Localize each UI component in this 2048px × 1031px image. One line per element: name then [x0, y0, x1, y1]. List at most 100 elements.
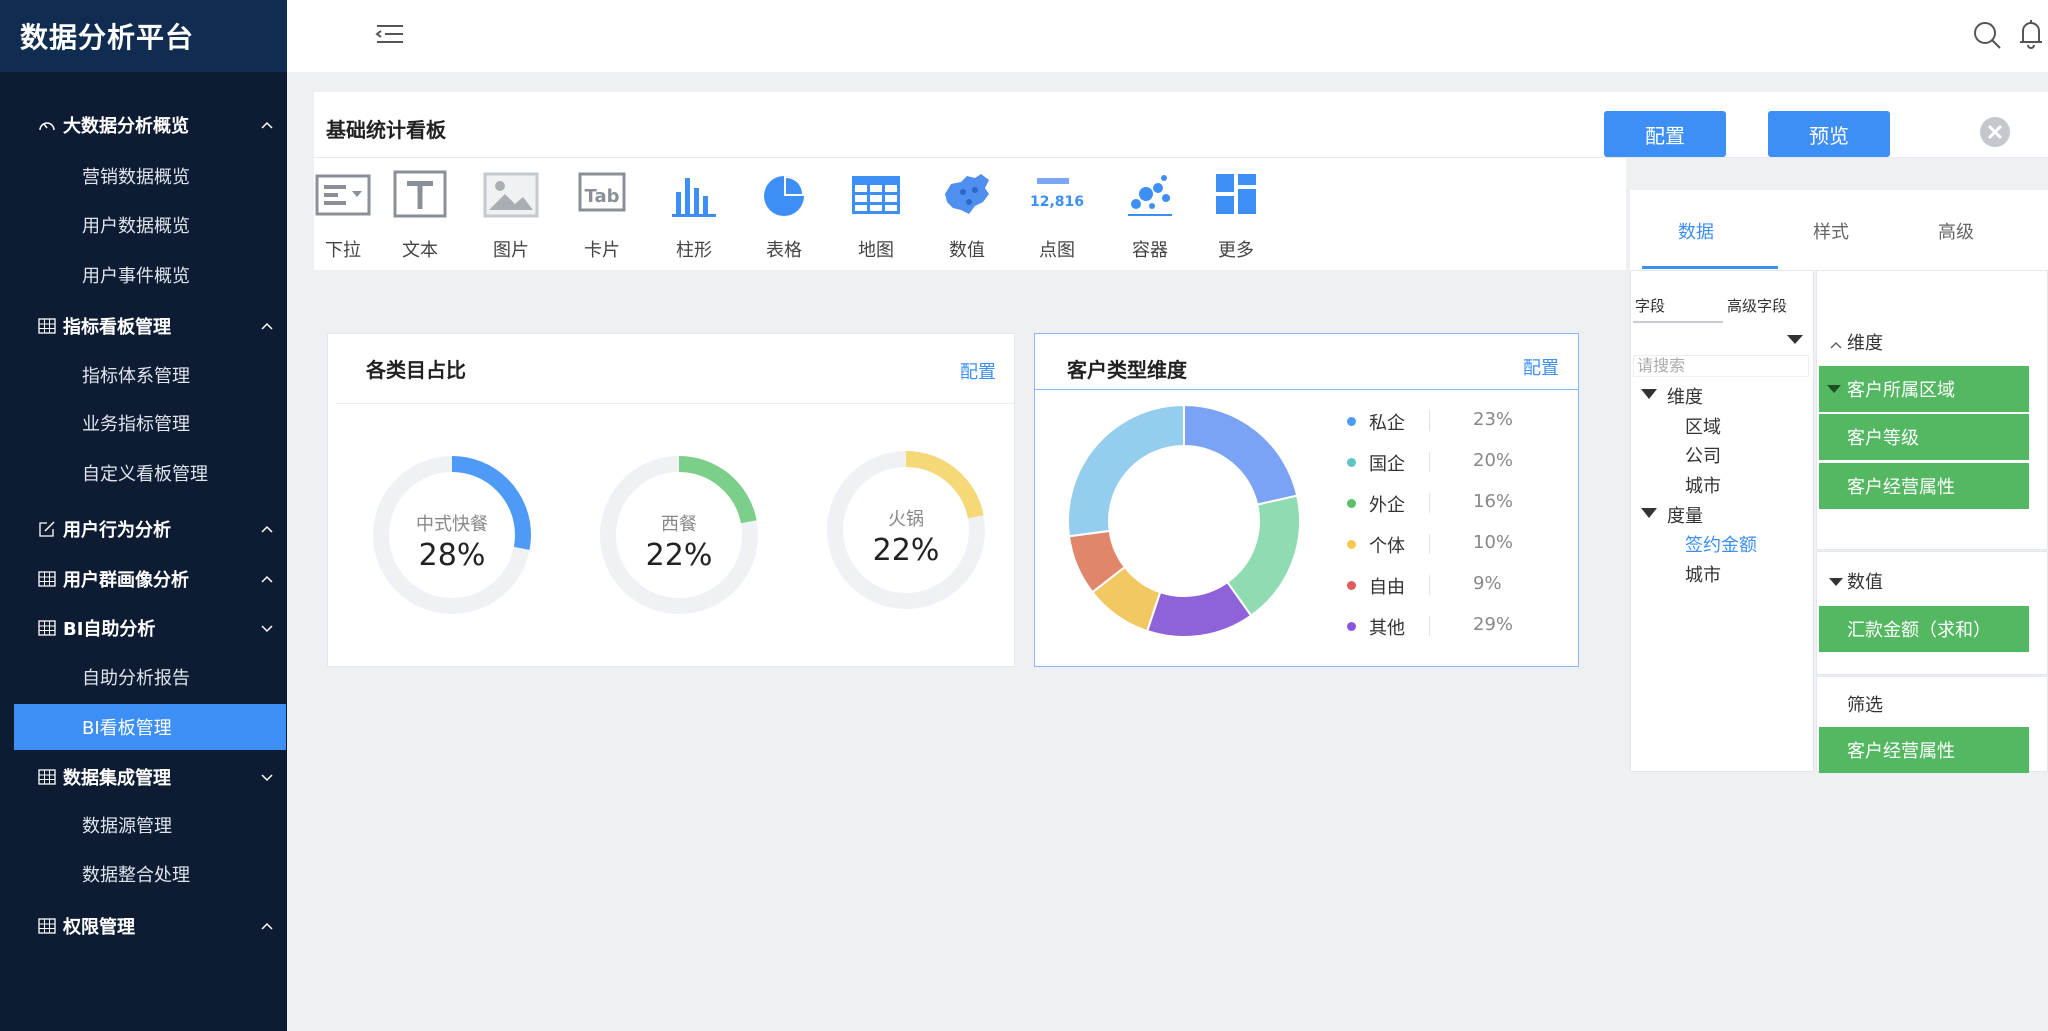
map-icon	[945, 174, 989, 214]
tab-data[interactable]: 数据	[1678, 218, 1714, 244]
sidebar-item-user-data[interactable]: 用户数据概览	[0, 202, 287, 248]
tab-advanced-fields[interactable]: 高级字段	[1727, 295, 1787, 316]
category-share-card[interactable]: 各类目占比 配置 中式快餐 28% 西餐 22% 火锅 22%	[327, 333, 1015, 667]
widget-card[interactable]: Tab 卡片	[567, 170, 637, 270]
caret-down-icon[interactable]	[1641, 507, 1657, 519]
legend-item[interactable]: 自由 9%	[1347, 573, 1547, 598]
dashboard-editor: 基础统计看板 配置 预览 下拉 文本 图片 Tab 卡片 柱形 表格 地图 数值…	[314, 92, 2048, 1031]
legend-item[interactable]: 国企 20%	[1347, 450, 1547, 475]
widget-text[interactable]: 文本	[385, 170, 455, 270]
tree-item[interactable]: 城市	[1685, 561, 1721, 587]
more-widgets-icon	[1216, 174, 1256, 214]
dimension-chip[interactable]: 客户等级	[1819, 414, 2029, 460]
text-widget-icon	[393, 170, 447, 218]
search-icon[interactable]	[1972, 20, 2002, 50]
tree-item[interactable]: 公司	[1685, 442, 1721, 468]
tree-group-dimension[interactable]: 维度	[1667, 383, 1703, 409]
chevron-down-icon[interactable]	[259, 769, 275, 785]
sidebar-item-business-metrics[interactable]: 业务指标管理	[0, 400, 287, 446]
binding-slots: 维度 客户所属区域 客户等级 客户经营属性 数值 汇款金额（求和） 筛选 客户经…	[1816, 270, 2048, 1031]
widget-map[interactable]: 地图	[841, 170, 911, 270]
menu-fold-icon[interactable]	[373, 20, 407, 48]
filter-chip[interactable]: 客户经营属性	[1819, 727, 2029, 773]
sidebar-group-integration[interactable]: 数据集成管理	[0, 757, 287, 797]
tree-item[interactable]: 区域	[1685, 413, 1721, 439]
card-config-link[interactable]: 配置	[960, 358, 996, 384]
legend-label: 自由	[1369, 577, 1405, 598]
bell-icon[interactable]	[2016, 18, 2046, 50]
card-config-link[interactable]: 配置	[1523, 354, 1559, 380]
slot-title: 数值	[1847, 572, 1883, 593]
tab-style[interactable]: 样式	[1813, 218, 1849, 244]
sidebar-item-custom-board[interactable]: 自定义看板管理	[0, 450, 287, 496]
widget-table[interactable]: 表格	[749, 170, 819, 270]
widget-more[interactable]: 更多	[1201, 170, 1271, 270]
caret-down-icon[interactable]	[1829, 577, 1843, 587]
sidebar-group-persona[interactable]: 用户群画像分析	[0, 559, 287, 599]
gauge-label: 西餐	[661, 514, 697, 535]
value-chip[interactable]: 汇款金额（求和）	[1819, 606, 2029, 652]
field-search-input[interactable]: 请搜索	[1633, 355, 1809, 377]
legend-item[interactable]: 外企 16%	[1347, 491, 1547, 516]
dimension-chip[interactable]: 客户所属区域	[1819, 366, 2029, 412]
card-widget-icon: Tab	[578, 172, 626, 212]
tree-item-selected[interactable]: 签约金额	[1685, 531, 1757, 557]
tab-advanced[interactable]: 高级	[1938, 218, 1974, 244]
sidebar-group-behavior[interactable]: 用户行为分析	[0, 509, 287, 549]
dimension-chip[interactable]: 客户经营属性	[1819, 463, 2029, 509]
chevron-up-icon[interactable]	[259, 571, 275, 587]
tree-item[interactable]: 城市	[1685, 472, 1721, 498]
preview-button[interactable]: 预览	[1768, 111, 1890, 157]
bar-chart-icon	[672, 178, 716, 217]
table-icon	[38, 918, 56, 934]
sidebar-item-data-merge[interactable]: 数据整合处理	[0, 851, 287, 897]
donut-slice-5[interactable]	[1067, 403, 1185, 538]
tree-group-measure[interactable]: 度量	[1667, 502, 1703, 528]
widget-dropdown[interactable]: 下拉	[308, 170, 378, 270]
chevron-up-icon[interactable]	[259, 318, 275, 334]
legend-item[interactable]: 其他 29%	[1347, 614, 1547, 639]
sidebar-item-self-report[interactable]: 自助分析报告	[0, 654, 287, 700]
caret-down-icon[interactable]	[1641, 388, 1657, 400]
config-button[interactable]: 配置	[1604, 111, 1726, 157]
sidebar-item-marketing[interactable]: 营销数据概览	[0, 153, 287, 199]
sidebar-group-bi[interactable]: BI自助分析	[0, 608, 287, 648]
widget-image[interactable]: 图片	[476, 170, 546, 270]
sidebar-item-user-events[interactable]: 用户事件概览	[0, 252, 287, 298]
svg-text:12,816: 12,816	[1030, 194, 1084, 210]
widget-dot[interactable]: 12,816 点图	[1022, 170, 1092, 270]
sidebar-group-metrics[interactable]: 指标看板管理	[0, 306, 287, 346]
chevron-up-icon[interactable]	[259, 918, 275, 934]
donut-slice-0[interactable]	[1183, 403, 1299, 506]
legend-separator	[1429, 534, 1430, 554]
legend-item[interactable]: 私企 23%	[1347, 409, 1547, 434]
chevron-up-icon[interactable]	[1829, 339, 1843, 351]
sidebar-item-bi-board[interactable]: BI看板管理	[14, 704, 286, 750]
legend-item[interactable]: 个体 10%	[1347, 532, 1547, 557]
chevron-up-icon[interactable]	[259, 521, 275, 537]
table-icon	[38, 769, 56, 785]
chevron-up-icon[interactable]	[259, 117, 275, 133]
caret-down-icon[interactable]	[1787, 333, 1803, 345]
widget-container[interactable]: 容器	[1115, 170, 1185, 270]
tab-fields[interactable]: 字段	[1635, 295, 1665, 316]
legend-dot	[1347, 499, 1356, 508]
legend-separator	[1429, 616, 1430, 636]
legend-dot	[1347, 622, 1356, 631]
field-list: 字段 高级字段 请搜索 维度 区域 公司 城市 度量 签约金额 城市	[1630, 270, 1814, 772]
close-icon[interactable]	[1979, 116, 2011, 148]
widget-bar[interactable]: 柱形	[659, 170, 729, 270]
sidebar-group-permission[interactable]: 权限管理	[0, 906, 287, 946]
page-title: 基础统计看板	[326, 118, 446, 142]
legend-dot	[1347, 458, 1356, 467]
customer-type-card[interactable]: 客户类型维度 配置 私企 23% 国企 20% 外企 16% 个体 10% 自由 9% 其他 29%	[1034, 333, 1579, 667]
chevron-down-icon[interactable]	[259, 620, 275, 636]
widget-value[interactable]: 数值	[932, 170, 1002, 270]
legend-dot	[1347, 540, 1356, 549]
table-icon	[38, 620, 56, 636]
value-slot: 数值 汇款金额（求和）	[1816, 551, 2048, 675]
legend-label: 国企	[1369, 454, 1405, 475]
sidebar-item-datasource[interactable]: 数据源管理	[0, 802, 287, 848]
sidebar-group-overview[interactable]: 大数据分析概览	[0, 105, 287, 145]
sidebar-item-metric-system[interactable]: 指标体系管理	[0, 352, 287, 398]
